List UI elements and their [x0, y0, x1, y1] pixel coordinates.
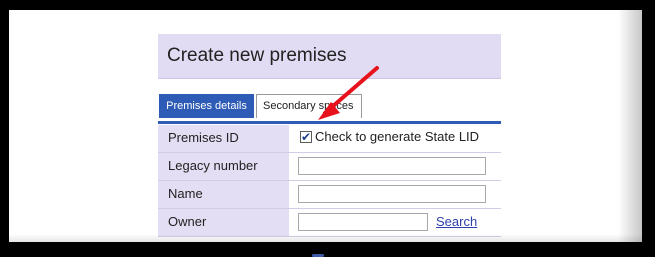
frame-bottom-shadow	[9, 234, 642, 242]
generate-state-lid-label[interactable]: Check to generate State LID	[315, 129, 479, 144]
form-row-name: Name	[158, 181, 501, 209]
legacy-number-input[interactable]	[298, 157, 486, 175]
generate-state-lid-checkbox[interactable]: ✔	[300, 131, 312, 143]
name-label: Name	[168, 186, 203, 201]
owner-field-cell: Search	[290, 209, 501, 236]
form-row-owner: Owner Search	[158, 209, 501, 237]
checkmark-icon: ✔	[301, 130, 312, 144]
tab-secondary-spaces[interactable]: Secondary spaces	[256, 94, 362, 118]
legacy-number-field-cell	[290, 153, 501, 180]
legacy-number-label: Legacy number	[168, 158, 258, 173]
premises-id-field-cell: ✔ Check to generate State LID	[290, 125, 501, 152]
premises-id-label-cell: Premises ID	[158, 125, 290, 152]
owner-search-link[interactable]: Search	[436, 214, 477, 229]
page-title: Create new premises	[167, 45, 347, 66]
frame-shadow	[618, 10, 642, 242]
create-premises-panel: Create new premises Premises details Sec…	[158, 34, 501, 242]
name-field-cell	[290, 181, 501, 208]
screenshot-frame: Create new premises Premises details Sec…	[9, 10, 642, 242]
name-label-cell: Name	[158, 181, 290, 208]
form-row-legacy-number: Legacy number	[158, 153, 501, 181]
screenshot: { "page": { "title": "Create new premise…	[0, 0, 655, 257]
tab-strip: Premises details Secondary spaces	[158, 91, 501, 124]
name-input[interactable]	[298, 185, 486, 203]
owner-label: Owner	[168, 214, 207, 229]
owner-input[interactable]	[298, 213, 428, 231]
owner-label-cell: Owner	[158, 209, 290, 236]
title-bar: Create new premises	[158, 34, 501, 79]
legacy-number-label-cell: Legacy number	[158, 153, 290, 180]
form-row-premises-id: Premises ID ✔ Check to generate State LI…	[158, 125, 501, 153]
premises-id-label: Premises ID	[168, 130, 239, 145]
tab-premises-details[interactable]: Premises details	[159, 94, 254, 118]
